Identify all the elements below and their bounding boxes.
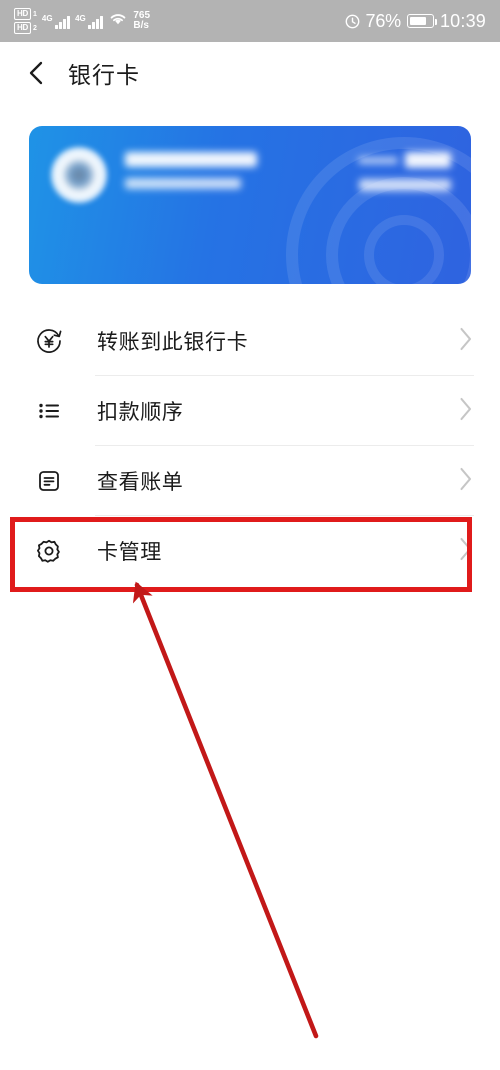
menu-item-label: 卡管理 bbox=[97, 541, 162, 564]
menu-item-label: 转账到此银行卡 bbox=[97, 331, 249, 354]
menu-item-transfer-to-card[interactable]: 转账到此银行卡 bbox=[0, 306, 500, 376]
chevron-right-icon bbox=[458, 326, 474, 357]
volte-hd-indicators: HD 1 HD 2 bbox=[14, 8, 37, 34]
card-last-four-redacted bbox=[405, 152, 451, 168]
gear-icon bbox=[30, 532, 68, 570]
signal-sim2: 4G bbox=[75, 13, 104, 29]
network-type-label-1: 4G bbox=[41, 13, 53, 23]
network-speed: 765 B/s bbox=[133, 10, 150, 32]
bank-name-redacted bbox=[125, 152, 257, 167]
card-type-redacted bbox=[125, 178, 241, 189]
signal-bars-icon-2 bbox=[87, 14, 104, 29]
network-speed-unit: B/s bbox=[133, 20, 149, 31]
menu-item-deduction-order[interactable]: 扣款顺序 bbox=[0, 376, 500, 446]
sim1-label: 1 bbox=[32, 10, 37, 18]
card-number-mask-redacted bbox=[358, 156, 398, 164]
battery-icon bbox=[406, 14, 437, 28]
back-button[interactable] bbox=[20, 56, 54, 90]
volte-hd-sim2: HD 2 bbox=[14, 22, 37, 34]
menu-item-view-bill[interactable]: 查看账单 bbox=[0, 446, 500, 516]
ordered-list-icon bbox=[30, 392, 68, 430]
bill-document-icon bbox=[30, 462, 68, 500]
page-header: 银行卡 bbox=[0, 42, 500, 104]
status-bar: HD 1 HD 2 4G 4G 765 B/s 76% 10:39 bbox=[0, 0, 500, 42]
status-bar-left: HD 1 HD 2 4G 4G 765 B/s bbox=[14, 8, 150, 34]
signal-sim1: 4G bbox=[41, 13, 71, 29]
bank-card-info bbox=[125, 152, 257, 189]
yen-refresh-icon bbox=[30, 322, 68, 360]
bank-card[interactable] bbox=[29, 126, 471, 284]
alarm-clock-icon bbox=[345, 14, 360, 29]
hd-badge-icon: HD bbox=[14, 8, 31, 20]
chevron-right-icon bbox=[458, 466, 474, 497]
bank-card-number-area bbox=[358, 152, 451, 191]
chevron-right-icon bbox=[458, 536, 474, 567]
card-note-redacted bbox=[359, 179, 451, 191]
network-type-label-2: 4G bbox=[75, 13, 86, 23]
clock-label: 10:39 bbox=[439, 10, 486, 31]
signal-bars-icon-1 bbox=[54, 14, 71, 29]
battery-percent-label: 76% bbox=[365, 10, 402, 31]
chevron-right-icon bbox=[458, 396, 474, 427]
sim2-label: 2 bbox=[32, 24, 37, 32]
page-title: 银行卡 bbox=[68, 62, 140, 88]
wifi-icon bbox=[108, 11, 128, 31]
volte-hd-sim1: HD 1 bbox=[14, 8, 37, 20]
status-bar-right: 76% 10:39 bbox=[345, 11, 486, 32]
card-number-row bbox=[358, 152, 451, 168]
hd-badge-icon-2: HD bbox=[14, 22, 31, 34]
card-actions-list: 转账到此银行卡 扣款顺序 查看账单 卡管理 bbox=[0, 306, 500, 586]
bank-logo-icon bbox=[51, 147, 107, 203]
menu-item-label: 扣款顺序 bbox=[97, 401, 184, 424]
menu-item-card-management[interactable]: 卡管理 bbox=[0, 516, 500, 586]
menu-item-label: 查看账单 bbox=[97, 471, 184, 494]
